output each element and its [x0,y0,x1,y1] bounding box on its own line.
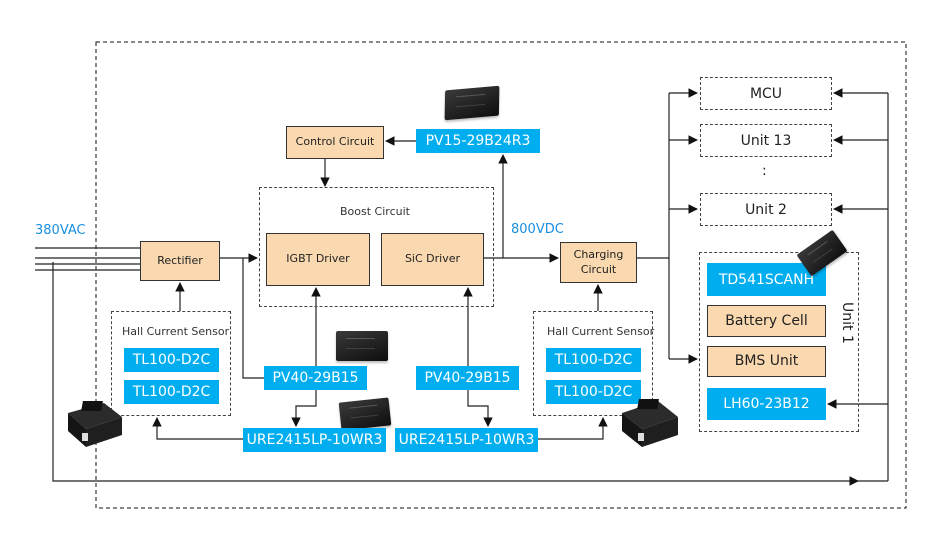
hall-sensor-right-item[interactable]: TL100-D2C [546,348,641,372]
ure-right-module-label[interactable]: URE2415LP-10WR3 [395,428,538,452]
hall-sensor-left-title: Hall Current Sensor [122,325,230,338]
igbt-driver-block[interactable]: IGBT Driver [266,233,370,286]
ure-module-photo [338,397,392,431]
pv40-left-module-label[interactable]: PV40-29B15 [264,366,367,390]
hall-sensor-left-item[interactable]: TL100-D2C [124,380,219,404]
hall-sensor-photo-right [622,399,678,447]
bms-unit-block[interactable]: BMS Unit [707,346,826,377]
hall-sensor-right-title: Hall Current Sensor [547,325,655,338]
pv15-module-photo [444,85,500,121]
unit-2-block[interactable]: Unit 2 [700,193,832,226]
hall-sensor-left-item[interactable]: TL100-D2C [124,348,219,372]
units-ellipsis: : [762,163,767,179]
arrow-pv40-to-ure-left [291,390,317,427]
arrow-pv40-to-ure-right [467,390,493,427]
sic-driver-block[interactable]: SiC Driver [381,233,484,286]
unit-1-label: Unit 1 [839,302,855,344]
arrow-ure-to-hall-left [152,417,243,440]
pv40-right-module-label[interactable]: PV40-29B15 [416,366,519,390]
battery-cell-block[interactable]: Battery Cell [707,305,826,337]
charging-circuit-block[interactable]: Charging Circuit [560,242,637,283]
input-voltage-label: 380VAC [35,223,86,238]
rectifier-block[interactable]: Rectifier [140,241,220,281]
unit-13-block[interactable]: Unit 13 [700,124,832,157]
control-circuit-block[interactable]: Control Circuit [286,126,384,159]
dc-bus-voltage-label: 800VDC [511,222,564,237]
hall-sensor-photo-left [68,401,122,447]
mcu-block[interactable]: MCU [700,77,832,110]
pv15-module-label[interactable]: PV15-29B24R3 [416,129,540,153]
arrow-ure-to-hall-right [538,417,608,440]
boost-circuit-label: Boost Circuit [340,205,410,218]
lh60-module-label[interactable]: LH60-23B12 [707,388,826,420]
pv40-module-photo [336,331,388,361]
ure-left-module-label[interactable]: URE2415LP-10WR3 [243,428,386,452]
